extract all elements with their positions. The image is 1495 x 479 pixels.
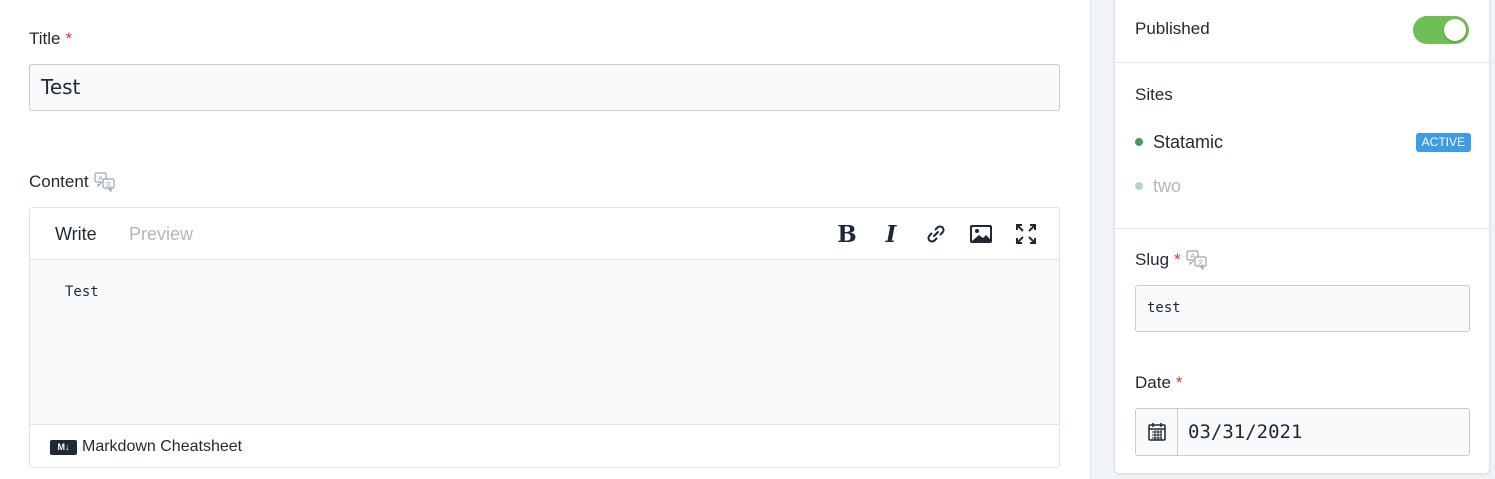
fullscreen-icon [1016, 224, 1036, 244]
svg-text:文: 文 [105, 181, 111, 189]
editor-toolbar: Write Preview B I [30, 208, 1059, 260]
divider [1115, 62, 1489, 63]
title-label-text: Title [29, 29, 61, 48]
publish-sidebar-card: Published Sites Statamic ACTIVE two Slug… [1114, 0, 1490, 474]
slug-label: Slug * 文 A [1135, 250, 1208, 270]
date-label: Date * [1135, 373, 1183, 393]
link-button[interactable] [921, 220, 951, 248]
italic-button[interactable]: I [876, 220, 906, 248]
main-content: Title * Test Content 文 A Write Preview B… [0, 0, 1090, 479]
toggle-knob [1444, 19, 1466, 41]
title-input[interactable]: Test [29, 64, 1060, 111]
site-name: two [1153, 175, 1182, 196]
site-status-dot [1135, 138, 1143, 146]
image-icon [970, 225, 992, 243]
title-label: Title * [29, 29, 72, 49]
tab-preview[interactable]: Preview [129, 208, 193, 260]
image-button[interactable] [966, 220, 996, 248]
link-icon [927, 225, 945, 243]
markdown-cheatsheet-link[interactable]: Markdown Cheatsheet [82, 438, 242, 456]
date-label-text: Date [1135, 373, 1171, 392]
svg-text:文: 文 [1197, 259, 1203, 267]
fullscreen-button[interactable] [1011, 220, 1041, 248]
date-input[interactable]: 03/31/2021 [1178, 409, 1469, 455]
translate-icon: 文 A [93, 172, 115, 192]
required-mark: * [65, 29, 73, 48]
calendar-button[interactable] [1136, 409, 1178, 455]
date-field: 03/31/2021 [1135, 408, 1470, 456]
content-label-text: Content [29, 172, 89, 191]
editor-text: Test [65, 284, 99, 300]
site-item-two[interactable]: two [1135, 173, 1471, 199]
status-badge: ACTIVE [1415, 133, 1471, 152]
sites-heading: Sites [1135, 85, 1173, 104]
slug-input[interactable]: test [1135, 285, 1470, 332]
editor-textarea[interactable]: Test [30, 260, 1059, 424]
translate-icon: 文 A [1186, 250, 1207, 270]
editor-footer: M↓ Markdown Cheatsheet [30, 424, 1059, 467]
tab-write[interactable]: Write [55, 208, 97, 260]
content-label: Content 文 A [29, 172, 116, 192]
site-status-dot [1135, 182, 1143, 190]
slug-label-text: Slug [1135, 250, 1170, 269]
published-label: Published [1135, 19, 1210, 38]
divider [1115, 228, 1489, 229]
bold-button[interactable]: B [832, 220, 862, 248]
required-mark: * [1174, 250, 1181, 269]
required-mark: * [1175, 373, 1183, 392]
site-item-statamic[interactable]: Statamic ACTIVE [1135, 129, 1471, 155]
markdown-editor: Write Preview B I Test M↓ Markdown Cheat… [29, 207, 1060, 468]
published-toggle[interactable] [1413, 16, 1469, 44]
calendar-icon [1147, 423, 1166, 441]
site-name: Statamic [1153, 131, 1224, 152]
markdown-icon: M↓ [50, 439, 77, 455]
